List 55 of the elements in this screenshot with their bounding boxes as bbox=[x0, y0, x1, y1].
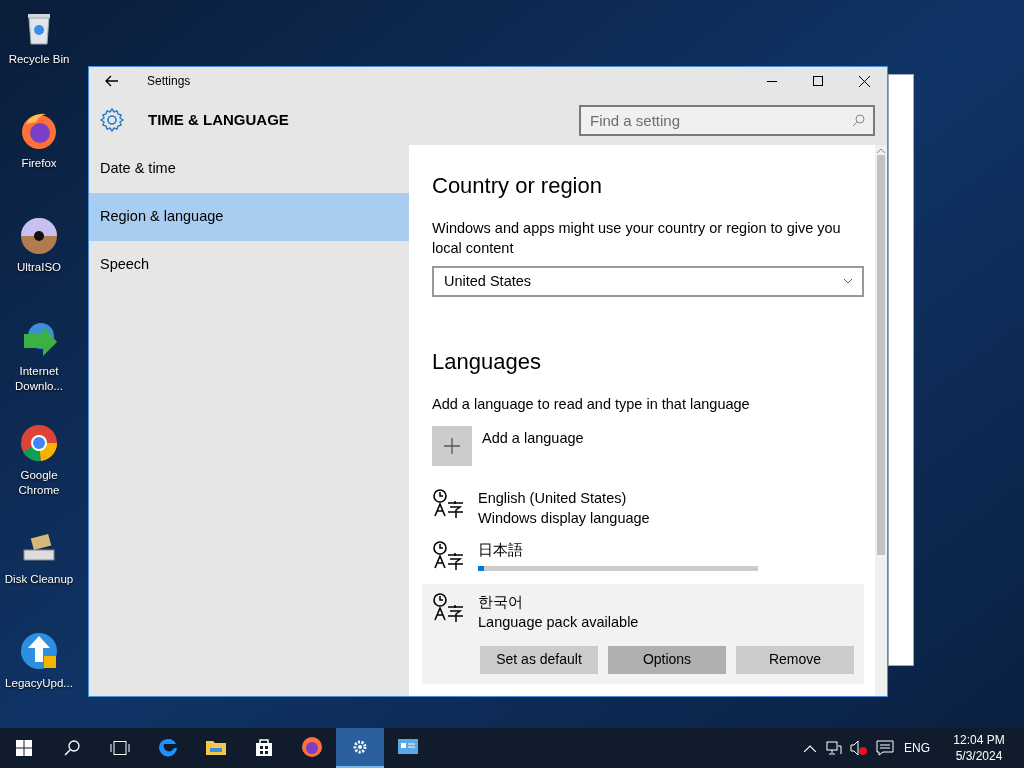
language-icon bbox=[432, 539, 466, 572]
action-button[interactable]: Set as default bbox=[480, 645, 598, 674]
section-heading: TIME & LANGUAGE bbox=[148, 109, 289, 130]
close-icon bbox=[858, 75, 870, 87]
search-icon bbox=[852, 113, 865, 127]
minimize-icon bbox=[767, 80, 777, 82]
language-name: English (United States) bbox=[478, 488, 628, 508]
scroll-up-icon bbox=[877, 148, 885, 153]
action-button[interactable]: Options bbox=[608, 645, 726, 674]
action-button[interactable]: Remove bbox=[736, 645, 854, 674]
chevron-down-icon bbox=[844, 279, 852, 284]
chevron-up-icon[interactable] bbox=[804, 744, 816, 752]
chrome-app-icon bbox=[18, 422, 60, 464]
language-name: 한국어 bbox=[478, 592, 524, 612]
section-title: Country or region bbox=[432, 172, 603, 200]
window-title: Settings bbox=[147, 73, 191, 90]
section-title: Languages bbox=[432, 348, 542, 376]
language-name: 日本語 bbox=[478, 540, 524, 560]
country-dropdown[interactable]: United States bbox=[432, 266, 864, 297]
desktop-shortcut[interactable]: Recycle Bin bbox=[1, 6, 77, 96]
search-field[interactable]: Find a setting bbox=[579, 104, 875, 136]
scrollbar[interactable] bbox=[875, 145, 887, 696]
scrollbar-thumb[interactable] bbox=[877, 155, 885, 555]
settings-icon bbox=[99, 107, 125, 133]
language-status: Language pack available bbox=[478, 612, 639, 632]
clock[interactable]: 12:04 PM 5/3/2024 bbox=[944, 732, 1014, 764]
desktop-shortcut[interactable]: LegacyUpd... bbox=[1, 630, 77, 720]
sidebar-item[interactable]: Region & language bbox=[89, 193, 409, 241]
input-language-indicator[interactable]: ENG bbox=[904, 739, 930, 757]
task-view-icon bbox=[110, 741, 130, 755]
firefox-icon bbox=[300, 735, 324, 759]
search-icon bbox=[64, 740, 80, 756]
update-app-icon bbox=[18, 630, 60, 672]
desktop-shortcut[interactable]: Disk Cleanup bbox=[1, 526, 77, 616]
maximize-icon bbox=[813, 76, 823, 86]
description-text: Windows and apps might use your country or region to give you local content bbox=[432, 219, 842, 258]
back-icon bbox=[105, 75, 119, 87]
language-icon bbox=[432, 487, 466, 520]
muted-speaker-icon[interactable] bbox=[850, 740, 868, 756]
desktop-shortcut[interactable]: Firefox bbox=[1, 110, 77, 200]
description-text: Add a language to read and type in that language bbox=[432, 395, 751, 414]
desktop-shortcut[interactable]: Google Chrome bbox=[1, 422, 77, 512]
language-icon bbox=[432, 591, 466, 624]
sidebar-item[interactable]: Date & time bbox=[89, 145, 409, 193]
add-language-label[interactable]: Add a language bbox=[482, 427, 584, 450]
language-item[interactable]: 한국어 Language pack available Set as default Options Remove bbox=[422, 583, 864, 684]
desktop-shortcut[interactable]: UltraISO bbox=[1, 214, 77, 304]
add-language-button[interactable] bbox=[432, 425, 472, 466]
plus-icon bbox=[444, 437, 460, 454]
network-icon[interactable] bbox=[826, 741, 842, 755]
desktop-shortcut[interactable]: Internet Downlo... bbox=[1, 318, 77, 408]
language-status: Windows display language bbox=[478, 508, 650, 528]
sidebar-item[interactable]: Speech bbox=[89, 241, 409, 289]
notification-icon[interactable] bbox=[876, 740, 894, 756]
windows-logo-icon bbox=[16, 740, 32, 756]
